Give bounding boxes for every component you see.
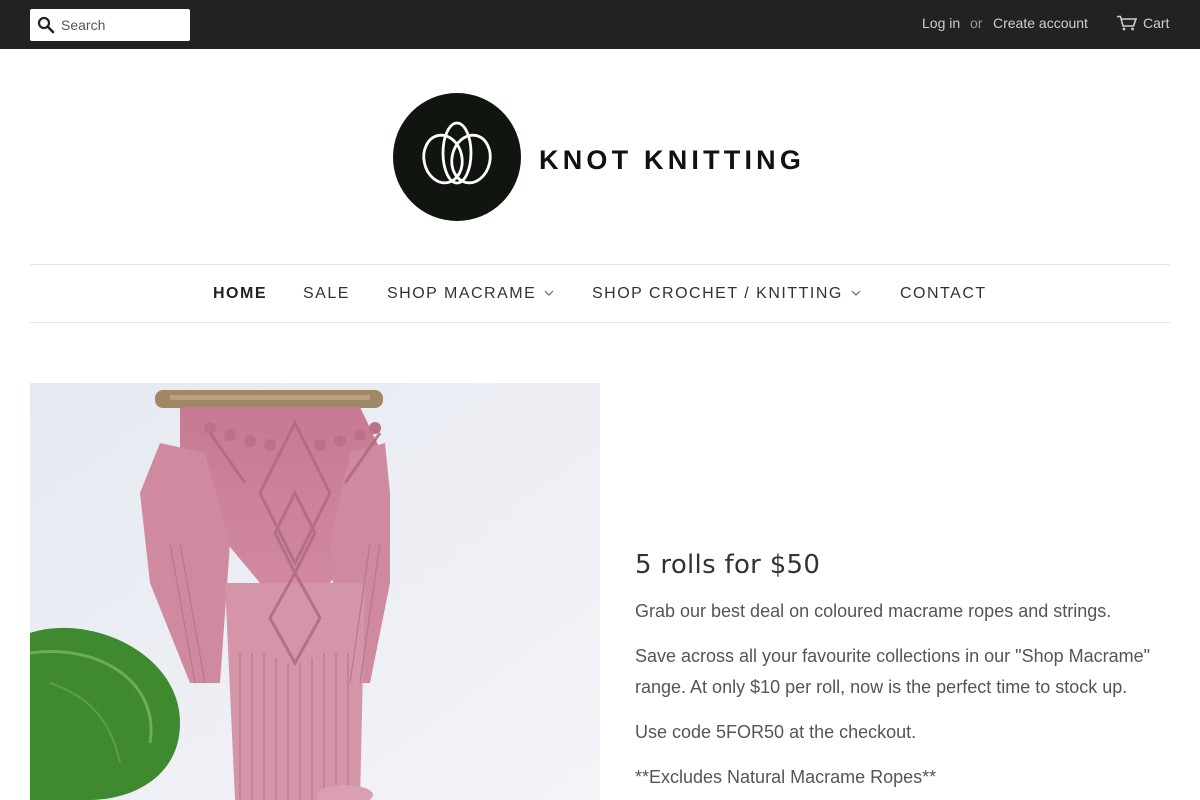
promo-paragraph-2: Save across all your favourite collectio…: [635, 646, 1151, 697]
promo-title: 5 rolls for $50: [635, 550, 821, 580]
promo-section: 5 rolls for $50 Grab our best deal on co…: [635, 550, 1170, 800]
nav-item-shop-macrame-label: SHOP MACRAME: [387, 285, 537, 302]
promo-paragraph-1: Grab our best deal on coloured macrame r…: [635, 601, 1112, 621]
hero-image[interactable]: [30, 383, 600, 800]
nav-item-shop-macrame[interactable]: SHOP MACRAME: [387, 285, 554, 303]
search-box[interactable]: [30, 9, 190, 41]
search-input[interactable]: [61, 9, 186, 41]
macrame-wall-hanging-image: [30, 383, 600, 800]
create-account-link[interactable]: Create account: [993, 15, 1088, 31]
nav-item-shop-crochet-knitting[interactable]: SHOP CROCHET / KNITTING: [592, 285, 861, 303]
cart-icon: [1117, 15, 1137, 31]
search-icon[interactable]: [37, 16, 55, 34]
top-bar: Log in or Create account Cart: [0, 0, 1200, 49]
nav-item-home[interactable]: HOME: [213, 285, 267, 303]
cart-label: Cart: [1143, 15, 1170, 31]
brand-logo-icon[interactable]: [393, 93, 521, 221]
promo-paragraph-3: Use code 5FOR50 at the checkout.: [635, 722, 917, 742]
nav-item-shop-crochet-knitting-label: SHOP CROCHET / KNITTING: [592, 285, 843, 302]
brand-name[interactable]: KNOT KNITTING: [539, 145, 805, 176]
main-navigation: HOME SALE SHOP MACRAME SHOP CROCHET / KN…: [30, 264, 1170, 323]
nav-item-sale[interactable]: SALE: [303, 285, 350, 303]
nav-item-contact[interactable]: CONTACT: [900, 285, 987, 303]
chevron-down-icon: [544, 290, 554, 296]
promo-paragraph-4: **Excludes Natural Macrame Ropes**: [635, 767, 937, 787]
or-text: or: [970, 15, 983, 31]
chevron-down-icon: [851, 290, 861, 296]
login-link[interactable]: Log in: [922, 15, 960, 31]
